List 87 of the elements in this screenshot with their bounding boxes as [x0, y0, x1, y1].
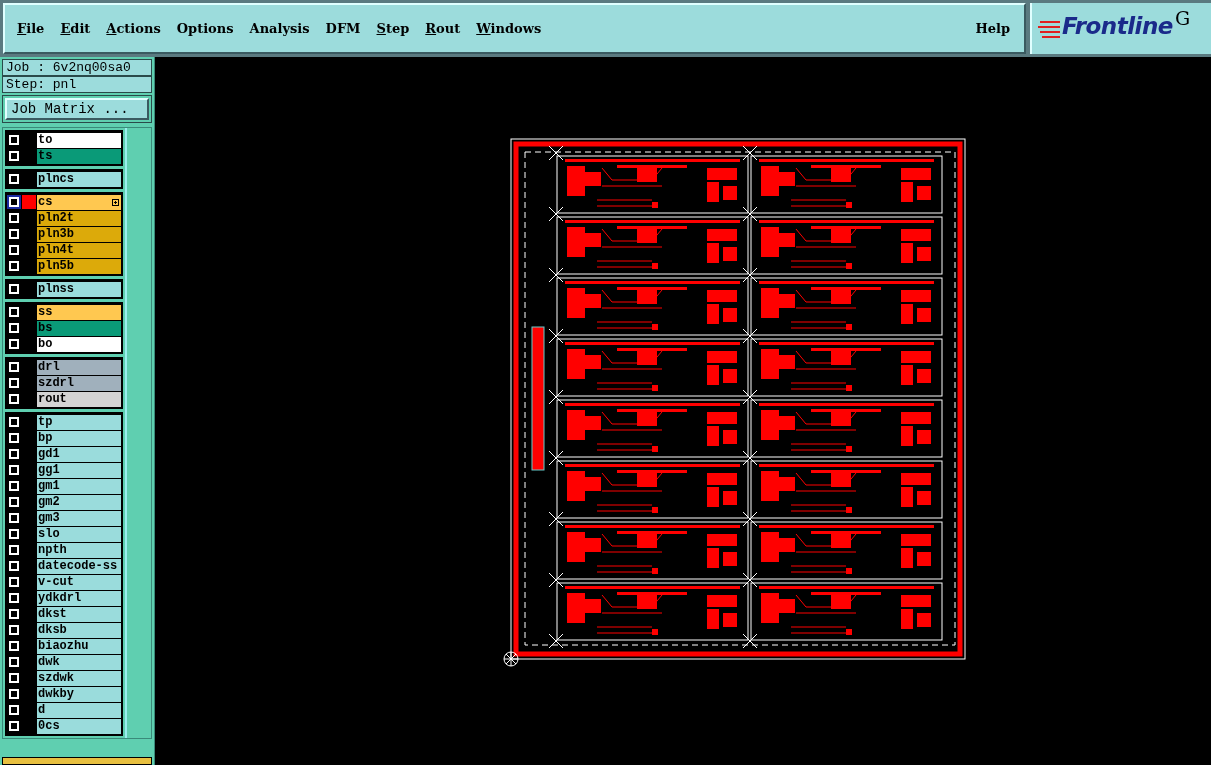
- layer-name[interactable]: dwkby: [37, 687, 122, 702]
- layer-name[interactable]: v-cut: [37, 575, 122, 590]
- layer-checkbox[interactable]: [9, 284, 19, 294]
- layer-name[interactable]: gm3: [37, 511, 122, 526]
- layer-name[interactable]: cs: [37, 195, 122, 210]
- layer-checkbox[interactable]: [9, 705, 19, 715]
- logo-text: Frontline: [1062, 13, 1173, 39]
- layer-checkbox[interactable]: [9, 339, 19, 349]
- expand-icon[interactable]: [112, 199, 120, 206]
- layer-checkbox[interactable]: [9, 657, 19, 667]
- layer-name[interactable]: pln5b: [37, 259, 122, 274]
- layer-checkbox[interactable]: [9, 362, 19, 372]
- layer-name[interactable]: drl: [37, 360, 122, 375]
- layer-checkbox[interactable]: [9, 577, 19, 587]
- layer-checkbox[interactable]: [9, 481, 19, 491]
- layer-checkbox[interactable]: [9, 513, 19, 523]
- layer-checkbox[interactable]: [9, 609, 19, 619]
- layer-name[interactable]: szdrl: [37, 376, 122, 391]
- layer-checkbox[interactable]: [9, 449, 19, 459]
- layer-name[interactable]: dwk: [37, 655, 122, 670]
- job-label: Job : 6v2nq00sa0: [2, 59, 152, 76]
- layer-name[interactable]: plncs: [37, 172, 122, 187]
- layer-name[interactable]: gd1: [37, 447, 122, 462]
- layer-checkbox[interactable]: [9, 673, 19, 683]
- layer-name[interactable]: bp: [37, 431, 122, 446]
- layer-checkbox[interactable]: [9, 261, 19, 271]
- menu-item[interactable]: Options: [176, 21, 234, 36]
- menu-item[interactable]: File: [17, 21, 45, 36]
- layer-name[interactable]: pln4t: [37, 243, 122, 258]
- layer-checkbox[interactable]: [9, 213, 19, 223]
- layer-checkbox[interactable]: [9, 593, 19, 603]
- layer-name[interactable]: ydkdrl: [37, 591, 122, 606]
- layer-checkbox[interactable]: [9, 529, 19, 539]
- layer-checkbox[interactable]: [9, 229, 19, 239]
- layer-name[interactable]: ts: [37, 149, 122, 164]
- logo-suffix: G: [1174, 7, 1191, 29]
- layer-checkbox[interactable]: [9, 323, 19, 333]
- layer-checkbox[interactable]: [9, 625, 19, 635]
- menu-item[interactable]: Windows: [476, 21, 542, 36]
- step-label: Step: pnl: [2, 76, 152, 93]
- menu-item[interactable]: Actions: [106, 21, 161, 36]
- layer-name[interactable]: pln3b: [37, 227, 122, 242]
- layer-name[interactable]: szdwk: [37, 671, 122, 686]
- layer-name[interactable]: rout: [37, 392, 122, 407]
- layer-checkbox[interactable]: [9, 378, 19, 388]
- speed-lines-icon: [1038, 19, 1062, 39]
- layer-checkbox[interactable]: [9, 394, 19, 404]
- layer-name[interactable]: gm1: [37, 479, 122, 494]
- layer-name[interactable]: datecode-ss: [37, 559, 122, 574]
- layer-name[interactable]: 0cs: [37, 719, 122, 734]
- layer-name[interactable]: bo: [37, 337, 122, 352]
- layer-checkbox[interactable]: [9, 497, 19, 507]
- layer-name[interactable]: biaozhu: [37, 639, 122, 654]
- layer-name[interactable]: gg1: [37, 463, 122, 478]
- layer-name[interactable]: to: [37, 133, 122, 148]
- menu-item[interactable]: Analysis: [249, 21, 310, 36]
- layer-name[interactable]: plnss: [37, 282, 122, 297]
- layer-name[interactable]: d: [37, 703, 122, 718]
- layer-checkbox[interactable]: [9, 417, 19, 427]
- layer-checkbox[interactable]: [9, 151, 19, 161]
- layer-checkbox[interactable]: [9, 465, 19, 475]
- layer-name[interactable]: dksb: [37, 623, 122, 638]
- job-matrix-button[interactable]: Job Matrix ...: [5, 98, 149, 120]
- menu-item[interactable]: DFM: [325, 21, 361, 36]
- layer-name[interactable]: ss: [37, 305, 122, 320]
- menu-item[interactable]: Edit: [60, 21, 91, 36]
- layer-name[interactable]: pln2t: [37, 211, 122, 226]
- layer-checkbox[interactable]: [9, 245, 19, 255]
- layer-checkbox[interactable]: [9, 307, 19, 317]
- layer-name[interactable]: bs: [37, 321, 122, 336]
- layer-checkbox[interactable]: [9, 721, 19, 731]
- layer-checkbox[interactable]: [9, 197, 19, 207]
- layer-checkbox[interactable]: [9, 174, 19, 184]
- layer-name[interactable]: tp: [37, 415, 122, 430]
- layer-checkbox[interactable]: [9, 689, 19, 699]
- menu-item[interactable]: Rout: [425, 21, 461, 36]
- layer-name[interactable]: npth: [37, 543, 122, 558]
- layer-name[interactable]: gm2: [37, 495, 122, 510]
- layer-checkbox[interactable]: [9, 561, 19, 571]
- layer-checkbox[interactable]: [9, 641, 19, 651]
- layer-checkbox[interactable]: [9, 545, 19, 555]
- layer-checkbox[interactable]: [9, 433, 19, 443]
- menu-item[interactable]: Step: [376, 21, 410, 36]
- layer-name[interactable]: dkst: [37, 607, 122, 622]
- help-menu[interactable]: Help: [975, 21, 1010, 36]
- layer-checkbox[interactable]: [9, 135, 19, 145]
- layer-name[interactable]: slo: [37, 527, 122, 542]
